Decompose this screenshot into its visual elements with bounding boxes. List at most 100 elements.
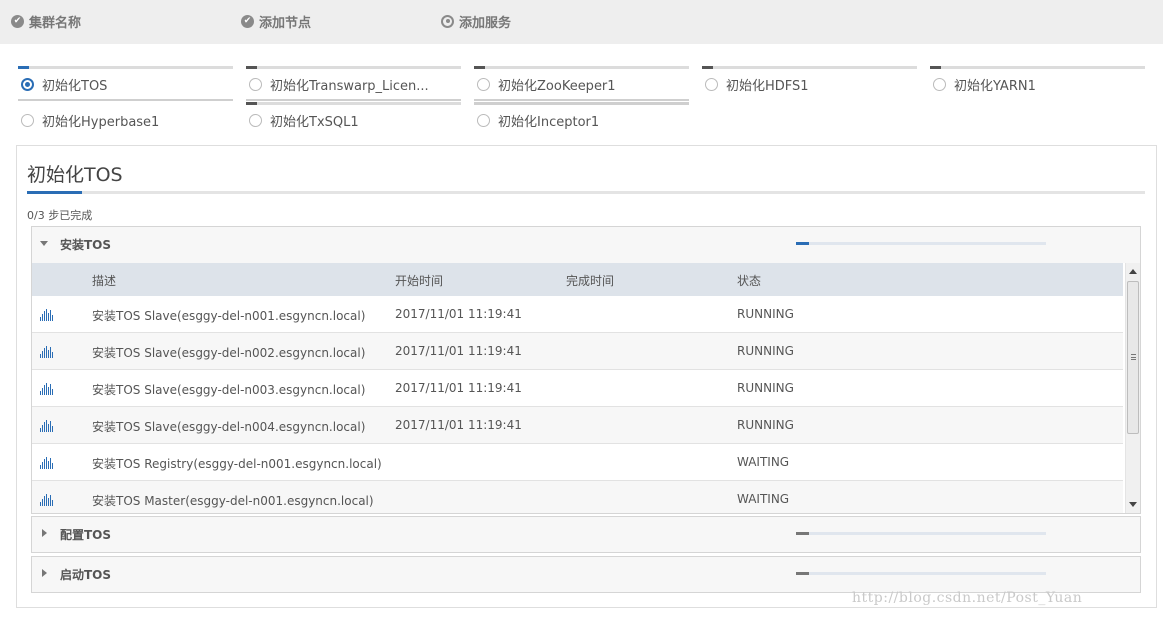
tab-divider [18,99,233,101]
column-header-description: 描述 [92,274,117,288]
radio-selected-icon [21,78,34,91]
service-tab-yarn[interactable]: 初始化YARN1 [930,66,1145,100]
task-start-time: 2017/11/01 11:19:41 [395,418,522,432]
table-header: 描述 开始时间 完成时间 状态 [32,263,1123,296]
service-progress-fill [246,102,257,105]
log-icon[interactable] [40,309,54,321]
wizard-step-add-nodes[interactable]: ✔ 添加节点 [241,11,311,31]
task-status: WAITING [737,455,790,469]
table-row[interactable]: 安装TOS Slave(esggy-del-n003.esgyncn.local… [32,370,1123,407]
group-header-install[interactable]: 安装TOS [32,227,1140,263]
task-group-start: 启动TOS [31,556,1141,593]
task-description: 安装TOS Slave(esggy-del-n003.esgyncn.local… [92,383,366,397]
service-tab-label: 初始化YARN1 [954,79,1036,94]
group-header-configure[interactable]: 配置TOS [32,517,1140,553]
service-tab-label: 初始化ZooKeeper1 [498,79,616,94]
caret-down-icon [40,241,48,246]
service-init-panel: 初始化TOS 0/3 步已完成 安装TOS 描述 开始时间 完成时间 状态 安装… [16,145,1157,608]
log-icon[interactable] [40,346,54,358]
service-progress-track [246,102,461,105]
column-header-end-time: 完成时间 [566,274,615,288]
table-row[interactable]: 安装TOS Registry(esggy-del-n001.esgyncn.lo… [32,444,1123,481]
grip-icon [1131,354,1136,360]
service-tab-inceptor[interactable]: 初始化Inceptor1 [474,102,689,136]
group-name: 安装TOS [60,238,112,252]
wizard-step-cluster-name[interactable]: ✔ 集群名称 [11,11,81,31]
table-row[interactable]: 安装TOS Slave(esggy-del-n001.esgyncn.local… [32,296,1123,333]
tab-divider [246,99,461,101]
wizard-step-label: 添加节点 [259,15,312,31]
column-header-start-time: 开始时间 [395,274,444,288]
watermark: http://blog.csdn.net/Post_Yuan [852,590,1083,606]
service-progress-track [18,66,233,69]
task-description: 安装TOS Master(esggy-del-n001.esgyncn.loca… [92,494,374,508]
radio-icon [933,78,946,91]
service-tab-txsql[interactable]: 初始化TxSQL1 [246,102,461,136]
task-description: 安装TOS Slave(esggy-del-n004.esgyncn.local… [92,420,366,434]
task-description: 安装TOS Slave(esggy-del-n001.esgyncn.local… [92,309,366,323]
task-status: RUNNING [737,307,794,321]
service-tab-hdfs[interactable]: 初始化HDFS1 [702,66,917,100]
check-circle-icon: ✔ [241,14,254,28]
scroll-up-arrow-icon[interactable] [1129,269,1137,274]
log-icon[interactable] [40,494,54,506]
service-tab-label: 初始化TxSQL1 [270,115,359,130]
group-progress-fill [796,532,809,535]
service-progress-track [474,66,689,69]
steps-completed-text: 0/3 步已完成 [27,209,93,222]
table-row[interactable]: 安装TOS Slave(esggy-del-n002.esgyncn.local… [32,333,1123,370]
radio-icon [477,78,490,91]
target-circle-icon [441,14,454,28]
radio-icon [249,78,262,91]
table-row[interactable]: 安装TOS Master(esggy-del-n001.esgyncn.loca… [32,481,1123,513]
service-progress-fill [246,66,257,69]
radio-icon [477,114,490,127]
caret-right-icon [42,529,47,537]
radio-icon [21,114,34,127]
service-tab-zookeeper[interactable]: 初始化ZooKeeper1 [474,66,689,101]
service-progress-track [246,66,461,69]
task-start-time: 2017/11/01 11:19:41 [395,344,522,358]
service-tab-label: 初始化TOS [42,79,108,94]
group-progress-track [796,532,1046,535]
service-progress-fill [930,66,941,69]
caret-right-icon [42,569,47,577]
service-tab-label: 初始化Inceptor1 [498,115,600,130]
service-progress-fill [18,66,29,69]
log-icon[interactable] [40,383,54,395]
panel-title: 初始化TOS [27,164,123,186]
service-tab-tos[interactable]: 初始化TOS [18,66,233,101]
group-progress-fill [796,242,809,245]
scroll-down-arrow-icon[interactable] [1129,502,1137,507]
group-name: 配置TOS [60,528,112,542]
task-group-install: 安装TOS 描述 开始时间 完成时间 状态 安装TOS Slave(esggy-… [31,226,1141,514]
service-progress-track [702,66,917,69]
service-progress-fill [474,66,485,69]
group-header-start[interactable]: 启动TOS [32,557,1140,593]
column-header-status: 状态 [737,274,762,288]
table-scrollbar[interactable] [1125,263,1140,513]
service-tab-label: 初始化Hyperbase1 [42,115,160,130]
service-tab-license[interactable]: 初始化Transwarp_Licen... [246,66,461,101]
service-progress-track [474,102,689,105]
log-icon[interactable] [40,457,54,469]
radio-icon [705,78,718,91]
scrollbar-thumb[interactable] [1127,281,1139,434]
log-icon[interactable] [40,420,54,432]
check-circle-icon: ✔ [11,14,24,28]
task-status: RUNNING [737,344,794,358]
group-name: 启动TOS [60,568,112,582]
task-status: RUNNING [737,381,794,395]
table-row[interactable]: 安装TOS Slave(esggy-del-n004.esgyncn.local… [32,407,1123,444]
group-progress-track [796,572,1046,575]
wizard-step-add-services[interactable]: 添加服务 [441,11,511,31]
service-tab-label: 初始化HDFS1 [726,79,809,94]
service-progress-fill [702,66,713,69]
group-progress-fill [796,572,809,575]
panel-underline-accent [27,191,82,194]
service-tab-label: 初始化Transwarp_Licen... [270,79,429,94]
task-group-configure: 配置TOS [31,516,1141,553]
service-tab-hyperbase[interactable]: 初始化Hyperbase1 [18,102,233,136]
panel-title-underline [27,191,1145,194]
task-status: RUNNING [737,418,794,432]
